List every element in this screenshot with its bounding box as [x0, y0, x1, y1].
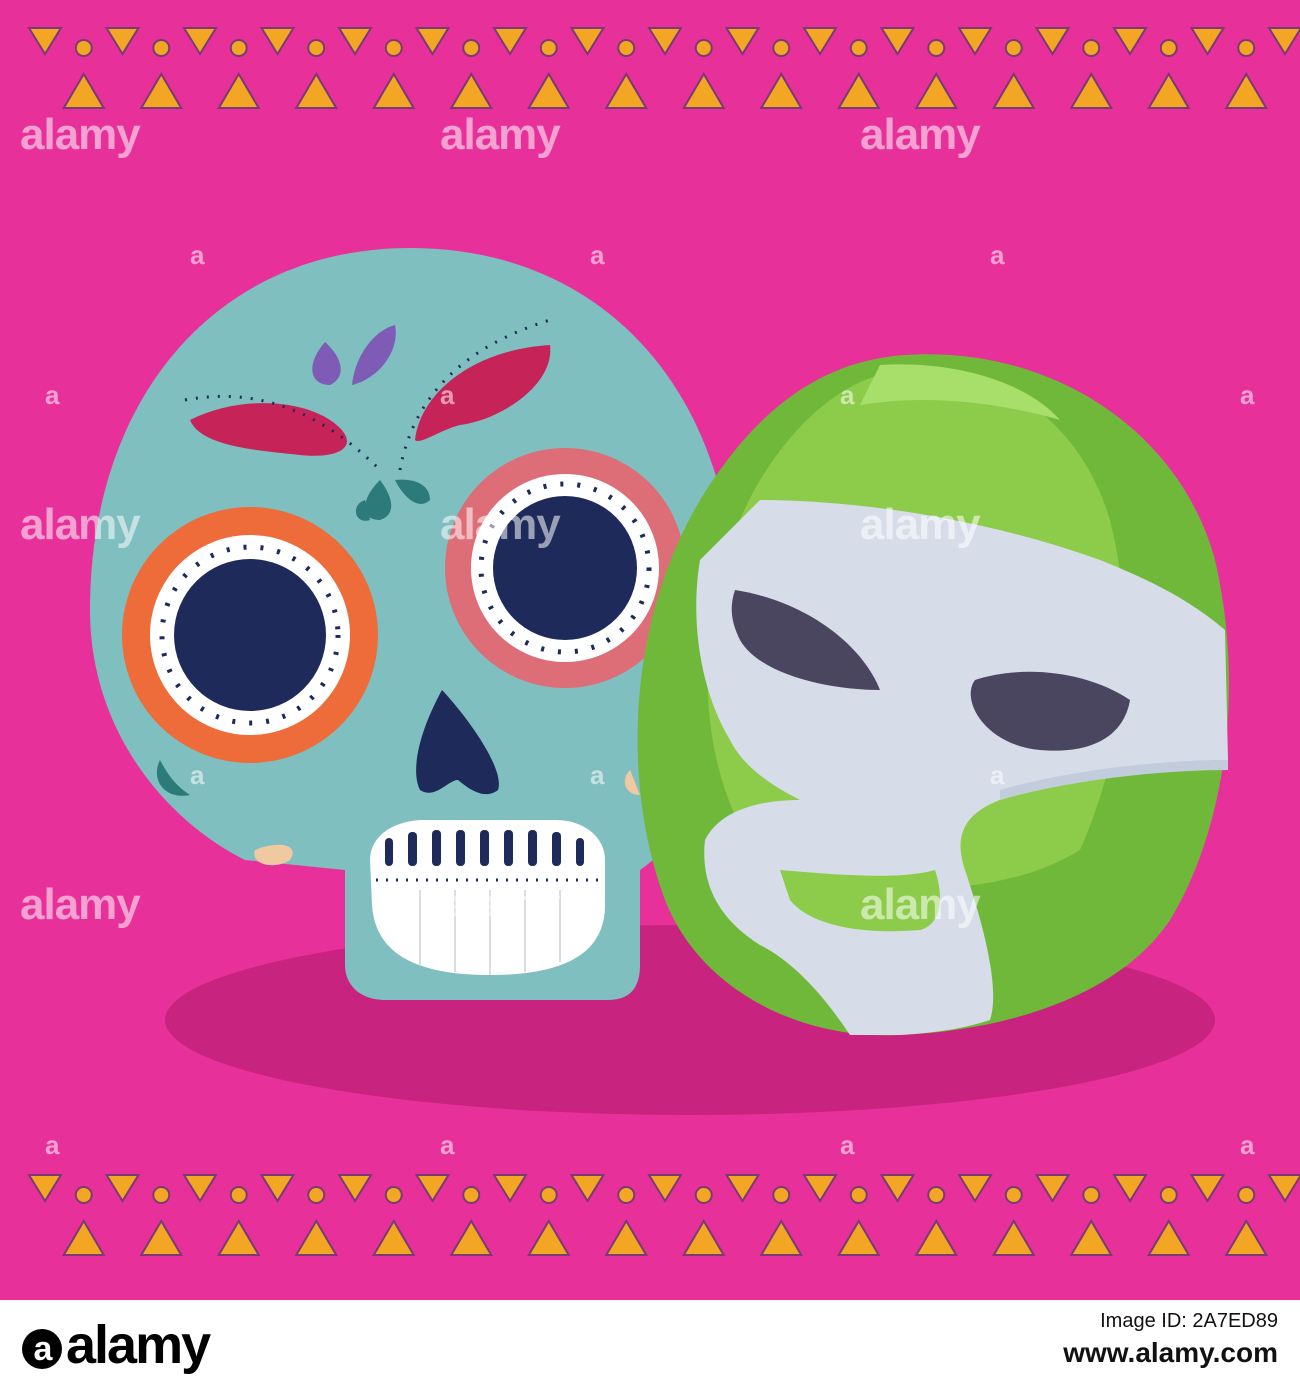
logo-text: alamy [66, 1315, 211, 1375]
left-eye-flower [122, 507, 378, 763]
image-id: Image ID: 2A7ED89 [1100, 1310, 1278, 1332]
stock-image-page: alamy alamy alamy alamy alamy alamy alamy alamy… [0, 0, 1300, 1390]
brand-logo: a alamy [22, 1315, 211, 1375]
footer-info: Image ID: 2A7ED89 www.alamy.com [1063, 1310, 1278, 1369]
skull-teeth [370, 820, 605, 975]
footer-bar: a alamy Image ID: 2A7ED89 www.alamy.com [0, 1300, 1300, 1390]
site-url[interactable]: www.alamy.com [1063, 1337, 1278, 1369]
logo-mark-icon: a [22, 1328, 62, 1369]
illustration [0, 0, 1300, 1300]
